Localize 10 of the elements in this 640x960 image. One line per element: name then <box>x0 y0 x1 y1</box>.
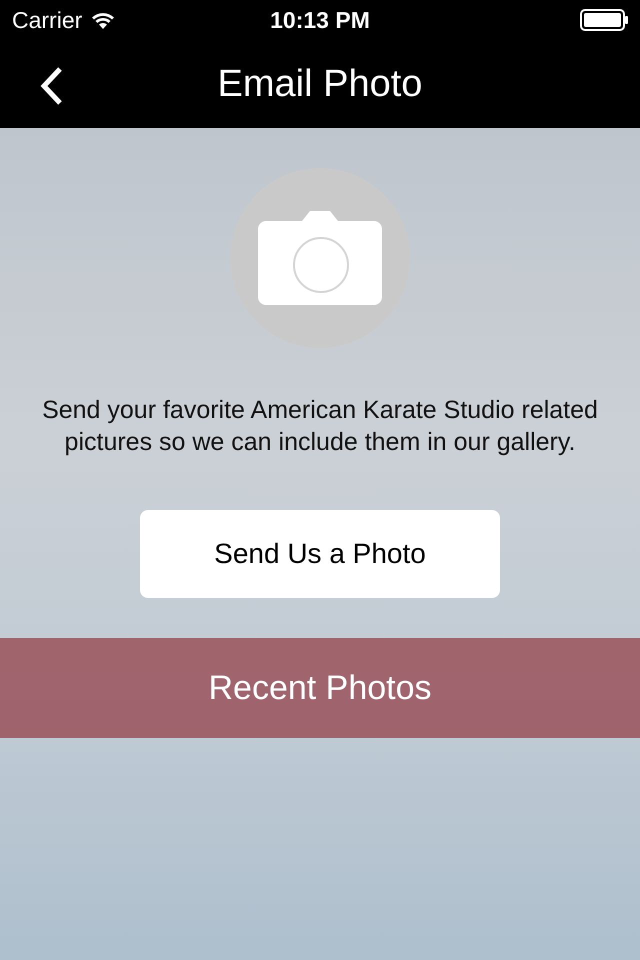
chevron-left-icon <box>38 66 64 106</box>
nav-title: Email Photo <box>218 62 422 106</box>
send-photo-button[interactable]: Send Us a Photo <box>140 510 500 598</box>
battery-icon <box>580 9 630 31</box>
section-header: Recent Photos <box>0 638 640 738</box>
camera-icon <box>258 211 382 305</box>
carrier-name: Carrier <box>12 6 82 34</box>
intro-text: Send your favorite American Karate Studio related pictures so we can include them in our gallery. <box>41 395 599 458</box>
wifi-icon <box>90 10 116 30</box>
status-time: 10:13 PM <box>270 6 370 34</box>
